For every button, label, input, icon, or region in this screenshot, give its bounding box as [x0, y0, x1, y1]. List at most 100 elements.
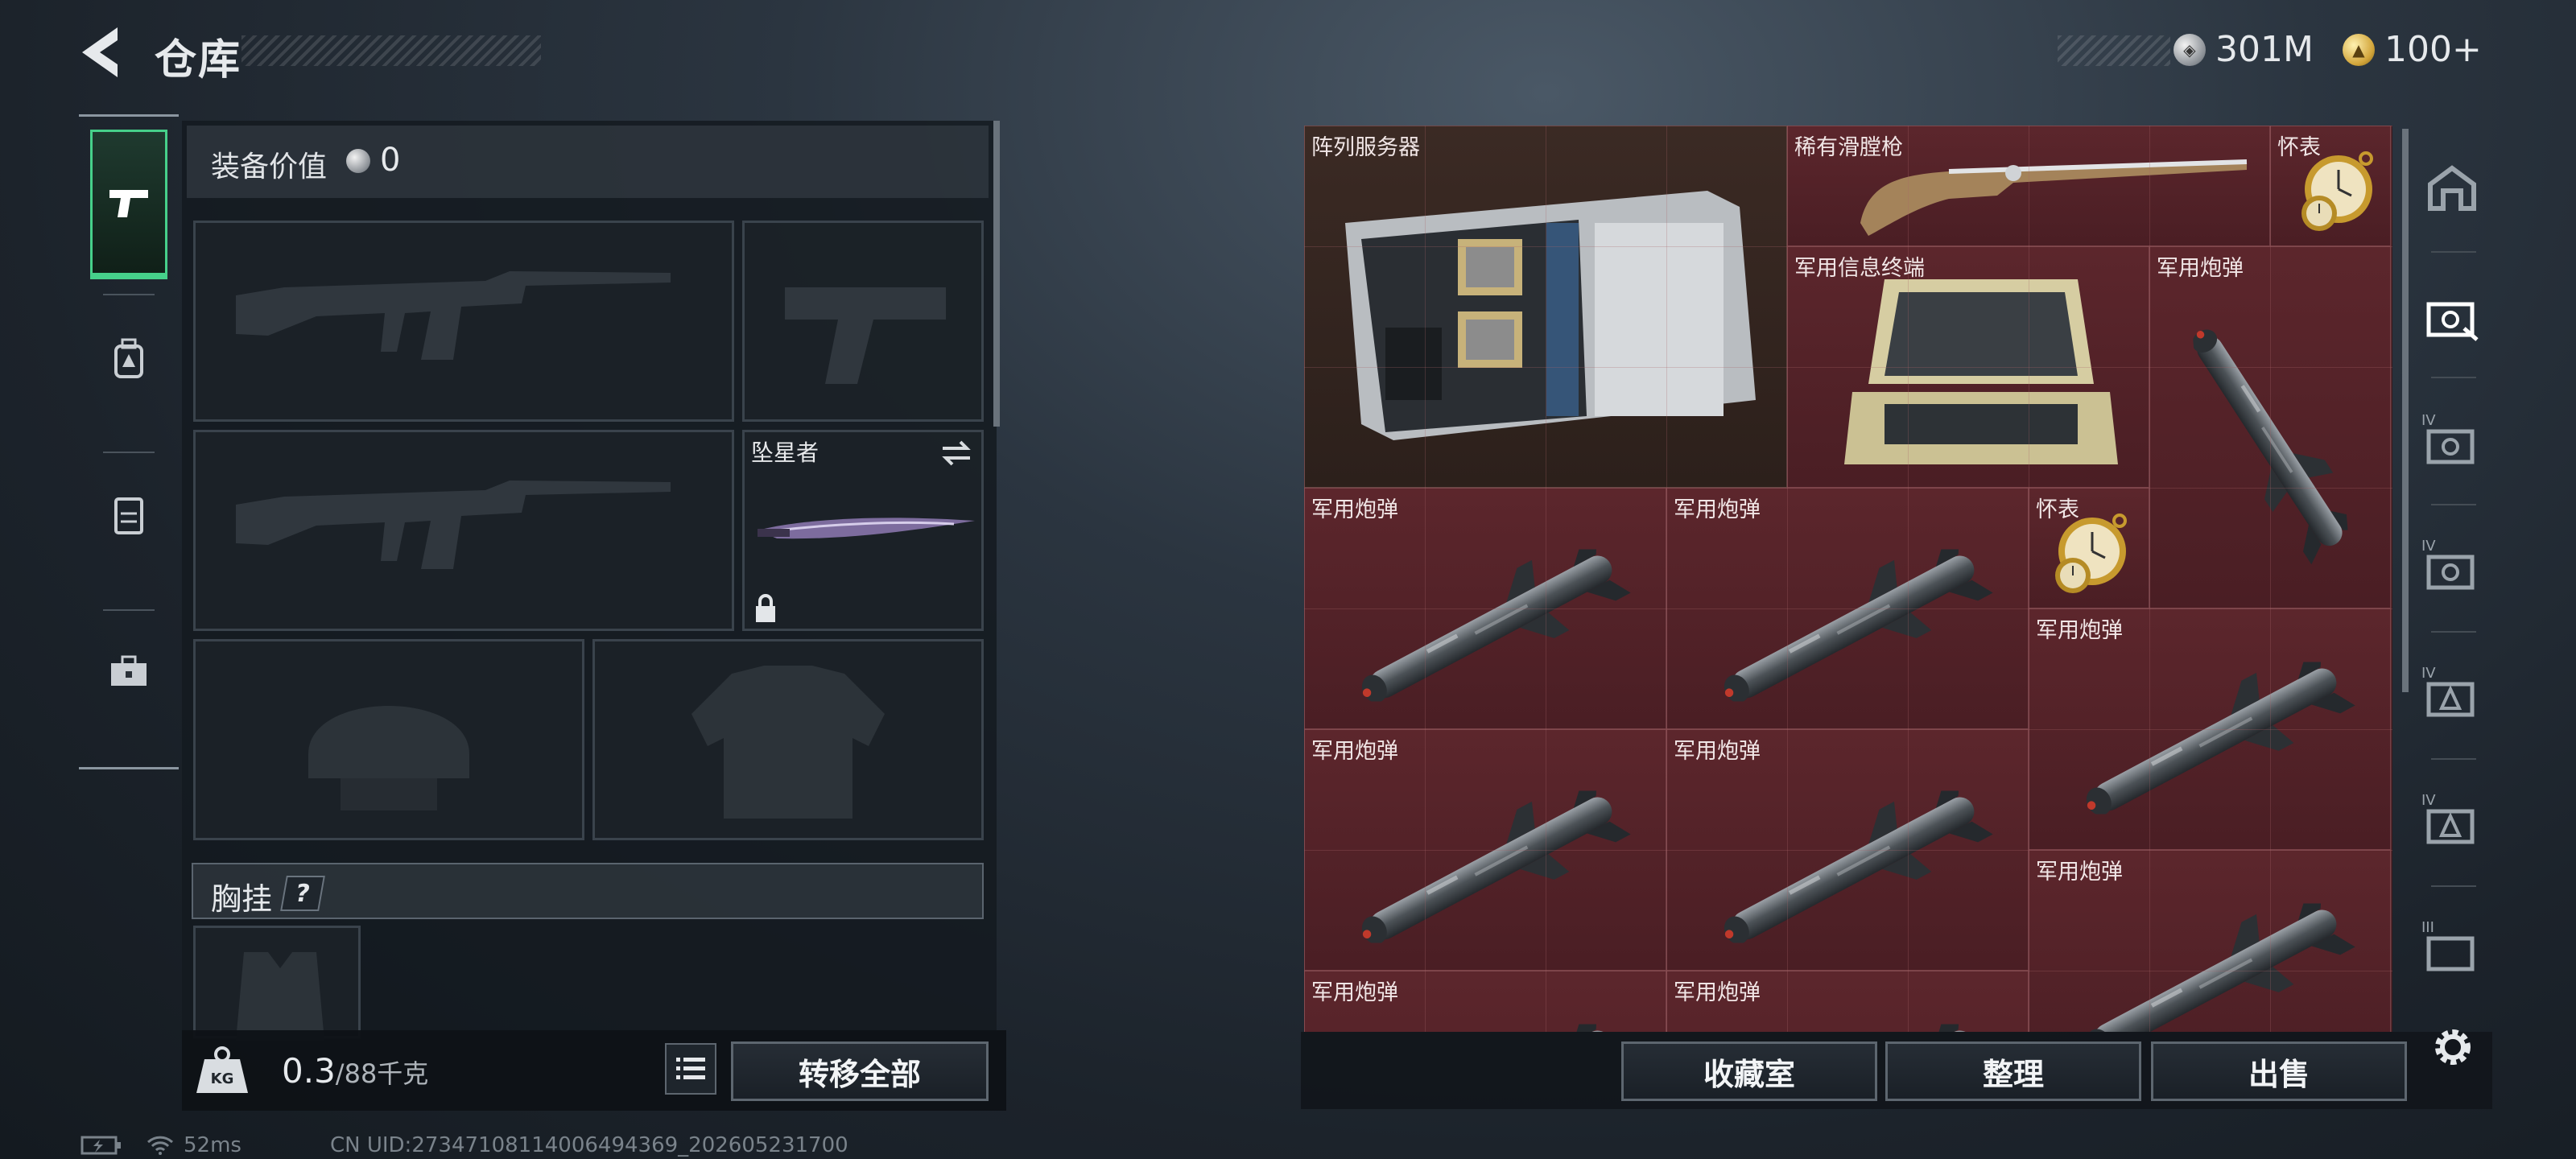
- storage-item-pocket-watch[interactable]: 怀表: [2270, 126, 2391, 246]
- page-title: 仓库: [155, 36, 242, 85]
- wifi-icon: [147, 1136, 174, 1155]
- pistol-silhouette-icon: [785, 287, 946, 384]
- armor-silhouette-icon: [691, 666, 885, 819]
- melee-slot[interactable]: 坠星者: [742, 430, 984, 631]
- weight-icon: KG: [190, 1043, 254, 1096]
- pocket-watch-icon: [2041, 505, 2137, 601]
- value-coin-icon: [346, 149, 370, 173]
- missile-icon: [2153, 278, 2388, 601]
- armor-slot[interactable]: [592, 639, 984, 840]
- storage-item-musket[interactable]: 稀有滑膛枪: [1787, 126, 2270, 246]
- sell-button[interactable]: 出售: [2151, 1041, 2407, 1101]
- collection-room-button[interactable]: 收藏室: [1621, 1041, 1877, 1101]
- missile-icon: [1683, 1004, 2021, 1032]
- gold-coin-icon: ▲: [2343, 33, 2375, 66]
- chest-rig-slot[interactable]: [193, 926, 361, 1041]
- silver-currency[interactable]: ◈ 301M: [2174, 29, 2314, 70]
- item-name: 军用炮弹: [1674, 980, 1761, 1005]
- item-name: 阵列服务器: [1311, 135, 1420, 160]
- help-button[interactable]: ?: [280, 876, 325, 911]
- item-name: 军用炮弹: [2157, 256, 2244, 281]
- list-view-button[interactable]: [665, 1043, 716, 1095]
- item-name: 军用炮弹: [1311, 739, 1398, 764]
- tab-container-4[interactable]: IV: [2420, 665, 2484, 724]
- vest-icon: [114, 497, 143, 534]
- transfer-all-button[interactable]: 转移全部: [731, 1041, 989, 1101]
- gold-currency[interactable]: ▲ 100+: [2343, 29, 2482, 70]
- tier-label: IV: [2421, 412, 2436, 429]
- storage-item-shell[interactable]: 军用炮弹: [2149, 246, 2391, 608]
- tab-tools[interactable]: [90, 596, 167, 746]
- storage-item-server[interactable]: 阵列服务器: [1304, 126, 1787, 488]
- tab-container-6[interactable]: III: [2420, 919, 2484, 979]
- chest-rig-label: 胸挂: [211, 881, 273, 917]
- tab-weapons[interactable]: [90, 130, 167, 279]
- pistol-slot[interactable]: [742, 221, 984, 422]
- item-name: 军用炮弹: [1674, 497, 1761, 522]
- tab-container-3[interactable]: IV: [2420, 538, 2484, 597]
- battery-icon: [80, 1136, 121, 1155]
- tab-warehouse[interactable]: [2420, 159, 2484, 216]
- primary-weapon-slot[interactable]: [193, 221, 734, 422]
- missile-icon: [1321, 1004, 1659, 1032]
- missile-icon: [1683, 529, 2021, 722]
- gold-amount: 100+: [2384, 29, 2482, 70]
- item-name: 军用炮弹: [1311, 980, 1398, 1005]
- weight-max: /88千克: [335, 1058, 429, 1089]
- knife-icon: [758, 518, 975, 539]
- tier-label: IV: [2421, 538, 2436, 555]
- storage-item-shell[interactable]: 军用炮弹: [1304, 971, 1666, 1032]
- rifle-silhouette-icon: [220, 239, 703, 400]
- tab-container-2[interactable]: IV: [2420, 412, 2484, 472]
- tier-label: IV: [2421, 665, 2436, 682]
- storage-scrollbar[interactable]: [2402, 129, 2409, 692]
- tab-vest[interactable]: [90, 440, 167, 590]
- storage-item-shell[interactable]: 军用炮弹: [2029, 850, 2391, 1032]
- storage-item-shell[interactable]: 军用炮弹: [1304, 729, 1666, 971]
- item-name: 军用炮弹: [1311, 497, 1398, 522]
- gear-icon: [2435, 1029, 2471, 1065]
- server-icon: [1345, 191, 1756, 440]
- storage-item-shell[interactable]: 军用炮弹: [1666, 971, 2029, 1032]
- swap-icon[interactable]: [938, 437, 975, 469]
- equipment-value: 0: [380, 142, 401, 179]
- storage-item-shell[interactable]: 军用炮弹: [1666, 488, 2029, 729]
- item-name: 军用炮弹: [2036, 618, 2123, 643]
- sort-button[interactable]: 整理: [1885, 1041, 2141, 1101]
- settings-button[interactable]: [2428, 1022, 2478, 1072]
- help-icon: ?: [293, 879, 312, 908]
- tab-container-5[interactable]: IV: [2420, 792, 2484, 852]
- tab-backpack[interactable]: [90, 284, 167, 434]
- tier-label: III: [2421, 919, 2434, 936]
- equipment-category-tabs: [79, 114, 179, 769]
- backpack-icon: [114, 338, 143, 378]
- secondary-weapon-slot[interactable]: [193, 430, 734, 631]
- missile-icon: [2046, 883, 2384, 1032]
- user-uid: CN UID:27347108114006494369_202605231700: [329, 1133, 848, 1157]
- tier-label: IV: [2421, 792, 2436, 809]
- item-name: 军用炮弹: [1674, 739, 1761, 764]
- missile-icon: [1321, 770, 1659, 963]
- helmet-slot[interactable]: [193, 639, 584, 840]
- melee-item-name: 坠星者: [751, 439, 819, 466]
- missile-icon: [1683, 770, 2021, 963]
- chest-rig-silhouette-icon: [236, 952, 324, 1041]
- silver-coin-icon: ◈: [2174, 33, 2206, 66]
- terminal-icon: [1844, 279, 2118, 464]
- list-icon: [676, 1058, 705, 1079]
- missile-icon: [2046, 641, 2384, 835]
- storage-item-pocket-watch[interactable]: 怀表: [2029, 488, 2149, 608]
- equipment-value-label: 装备价值: [211, 151, 328, 184]
- storage-item-shell[interactable]: 军用炮弹: [1304, 488, 1666, 729]
- storage-item-shell[interactable]: 军用炮弹: [1666, 729, 2029, 971]
- rifle-silhouette-icon: [220, 448, 703, 609]
- back-button[interactable]: [77, 24, 129, 80]
- lock-icon: [756, 594, 775, 622]
- storage-item-shell[interactable]: 军用炮弹: [2029, 608, 2391, 850]
- container-tabs: IV IV IV IV III: [2412, 122, 2492, 992]
- carry-weight: 0.3/88千克: [282, 1051, 428, 1091]
- title-decoration: [242, 35, 541, 66]
- tab-container-1[interactable]: [2420, 288, 2484, 344]
- equipment-scrollbar[interactable]: [993, 121, 1000, 427]
- storage-item-terminal[interactable]: 军用信息终端: [1787, 246, 2149, 488]
